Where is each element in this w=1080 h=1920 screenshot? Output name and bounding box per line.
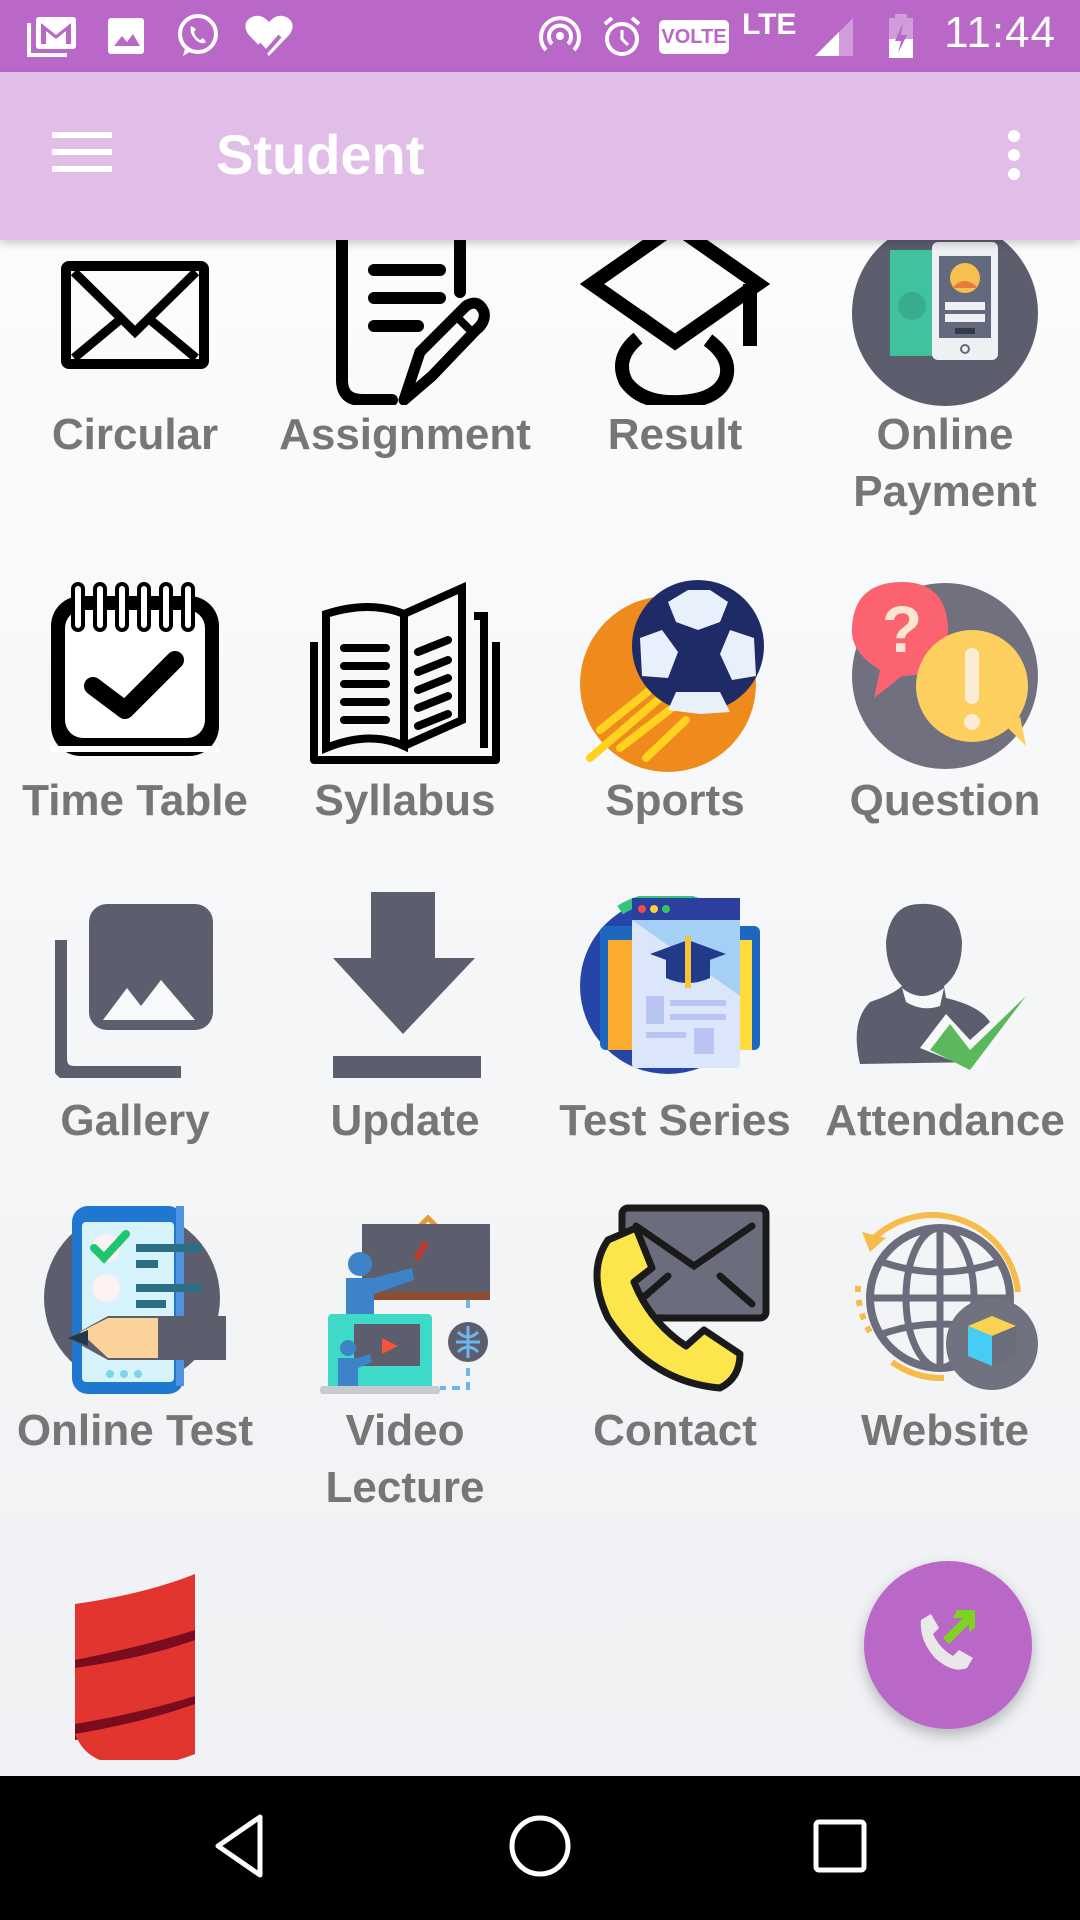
more-vert-icon[interactable]	[994, 130, 1034, 186]
call-outgoing-icon	[913, 1608, 983, 1683]
signal-icon	[812, 12, 856, 60]
download-icon	[325, 892, 485, 1078]
online-course-icon	[580, 892, 770, 1078]
lte-label: LTE	[742, 8, 797, 41]
alarm-icon	[600, 12, 644, 60]
phone-mail-icon	[580, 1202, 770, 1394]
gmail-icon	[22, 12, 84, 60]
tile-time-table[interactable]: Time Table	[0, 580, 270, 870]
tile-label: Update	[330, 1096, 480, 1145]
tile-label: Attendance	[825, 1096, 1065, 1145]
health-heart-icon	[240, 12, 298, 60]
tile-label: Website	[861, 1406, 1029, 1455]
tile-label: Contact	[593, 1406, 757, 1455]
tile-online-test[interactable]: Online Test	[0, 1202, 270, 1522]
mobile-quiz-icon	[40, 1202, 230, 1394]
tile-label: Result	[607, 410, 743, 459]
whatsapp-icon	[170, 12, 224, 60]
tile-attendance[interactable]: Attendance	[810, 892, 1080, 1182]
tile-update[interactable]: Update	[270, 892, 540, 1182]
tile-label-line2: Lecture	[325, 1463, 485, 1512]
tile-label-line1: Video	[345, 1406, 465, 1455]
video-lecture-icon	[320, 1202, 490, 1394]
graduation-cap-icon	[579, 240, 771, 410]
tile-label: Syllabus	[314, 776, 496, 825]
tile-scroll[interactable]	[0, 1570, 270, 1776]
tile-label: Gallery	[60, 1096, 210, 1145]
call-fab-button[interactable]	[864, 1561, 1032, 1729]
photo-library-icon	[51, 892, 215, 1082]
tile-label-line2: Payment	[853, 467, 1037, 516]
tile-test-series[interactable]: Test Series	[540, 892, 810, 1182]
tile-label-line1: Online	[876, 410, 1014, 459]
calendar-check-icon	[43, 580, 227, 772]
hamburger-menu-icon[interactable]	[52, 132, 112, 180]
tile-label: Assignment	[279, 410, 531, 459]
system-navigation-bar	[0, 1776, 1080, 1920]
question-speech-bubbles-icon: ?	[850, 580, 1040, 772]
tile-question[interactable]: ? Question	[810, 580, 1080, 870]
tile-assignment[interactable]: Assignment	[270, 240, 540, 500]
tile-sports[interactable]: Sports	[540, 580, 810, 870]
page-title: Student	[216, 123, 425, 186]
tile-label: Sports	[605, 776, 745, 825]
home-button[interactable]	[495, 1808, 585, 1888]
assignment-edit-icon	[320, 240, 490, 406]
dashboard-grid: Circular Assignment Result Online Paymen…	[0, 240, 1080, 1776]
tile-video-lecture[interactable]: Video Lecture	[270, 1202, 540, 1522]
hotspot-icon	[538, 12, 582, 60]
tile-contact[interactable]: Contact	[540, 1202, 810, 1522]
envelope-icon	[60, 260, 210, 370]
volte-icon: VOLTE	[659, 20, 729, 54]
tile-label: Online Test	[16, 1406, 254, 1455]
back-triangle-icon	[210, 1813, 270, 1884]
battery-charging-icon	[886, 12, 916, 60]
recents-button[interactable]	[795, 1808, 885, 1888]
gallery-notification-icon	[104, 12, 148, 60]
tile-label: Test Series	[559, 1096, 791, 1145]
tile-label: Time Table	[22, 776, 248, 825]
svg-text:?: ?	[882, 592, 922, 666]
scroll-ribbon-icon	[65, 1574, 205, 1766]
back-button[interactable]	[195, 1808, 285, 1888]
tile-result[interactable]: Result	[540, 240, 810, 500]
globe-icon	[850, 1202, 1040, 1394]
tile-online-payment[interactable]: Online Payment	[810, 240, 1080, 530]
tile-gallery[interactable]: Gallery	[0, 892, 270, 1182]
home-circle-icon	[507, 1813, 573, 1884]
soccer-ball-icon	[580, 580, 770, 772]
recents-square-icon	[810, 1816, 870, 1881]
tile-label: Question	[849, 776, 1041, 825]
tile-label: Circular	[51, 410, 219, 459]
user-check-icon	[850, 902, 1040, 1078]
status-bar: VOLTE LTE 11:44	[0, 0, 1080, 72]
mobile-payment-icon	[852, 240, 1038, 406]
clock: 11:44	[944, 8, 1056, 57]
tile-website[interactable]: Website	[810, 1202, 1080, 1522]
tile-syllabus[interactable]: Syllabus	[270, 580, 540, 870]
tile-circular[interactable]: Circular	[0, 240, 270, 500]
open-book-icon	[310, 580, 500, 772]
app-toolbar: Student	[0, 72, 1080, 240]
